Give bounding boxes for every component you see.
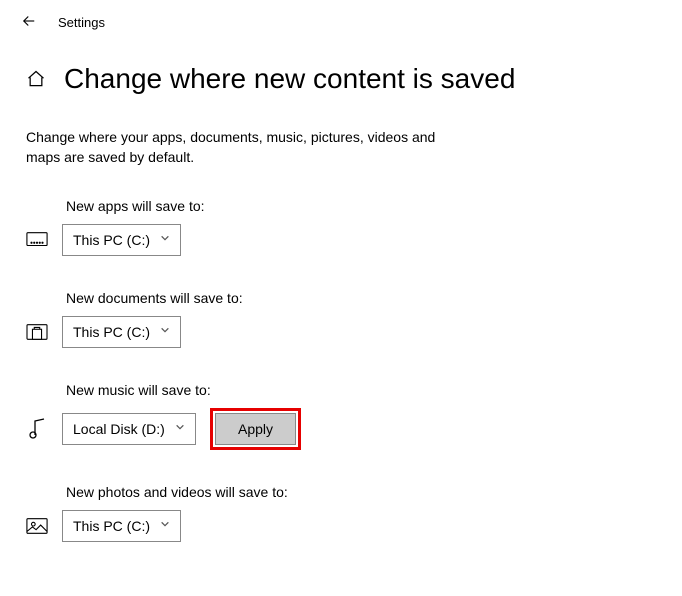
music-icon xyxy=(26,418,48,440)
music-dropdown-value: Local Disk (D:) xyxy=(73,421,165,437)
documents-icon xyxy=(26,321,48,343)
chevron-down-icon xyxy=(175,422,185,435)
header-bar: Settings xyxy=(0,0,682,33)
documents-dropdown[interactable]: This PC (C:) xyxy=(62,316,181,348)
setting-photos: New photos and videos will save to: This… xyxy=(26,484,656,542)
setting-photos-label: New photos and videos will save to: xyxy=(66,484,656,500)
chevron-down-icon xyxy=(160,325,170,338)
apply-highlight: Apply xyxy=(210,408,301,450)
setting-apps-label: New apps will save to: xyxy=(66,198,656,214)
documents-dropdown-value: This PC (C:) xyxy=(73,324,150,340)
setting-apps: New apps will save to: This PC (C:) xyxy=(26,198,656,256)
chevron-down-icon xyxy=(160,233,170,246)
photos-icon xyxy=(26,515,48,537)
chevron-down-icon xyxy=(160,519,170,532)
title-row: Change where new content is saved xyxy=(26,63,656,95)
app-title: Settings xyxy=(58,15,105,30)
photos-dropdown[interactable]: This PC (C:) xyxy=(62,510,181,542)
apps-icon xyxy=(26,229,48,251)
setting-documents: New documents will save to: This PC (C:) xyxy=(26,290,656,348)
setting-music: New music will save to: Local Disk (D:) … xyxy=(26,382,656,450)
page-description: Change where your apps, documents, music… xyxy=(26,127,466,168)
home-icon[interactable] xyxy=(26,69,46,89)
apps-dropdown-value: This PC (C:) xyxy=(73,232,150,248)
apply-button[interactable]: Apply xyxy=(215,413,296,445)
photos-dropdown-value: This PC (C:) xyxy=(73,518,150,534)
apps-dropdown[interactable]: This PC (C:) xyxy=(62,224,181,256)
music-dropdown[interactable]: Local Disk (D:) xyxy=(62,413,196,445)
back-arrow-icon[interactable] xyxy=(20,12,38,33)
page-title: Change where new content is saved xyxy=(64,63,515,95)
setting-documents-label: New documents will save to: xyxy=(66,290,656,306)
setting-music-label: New music will save to: xyxy=(66,382,656,398)
